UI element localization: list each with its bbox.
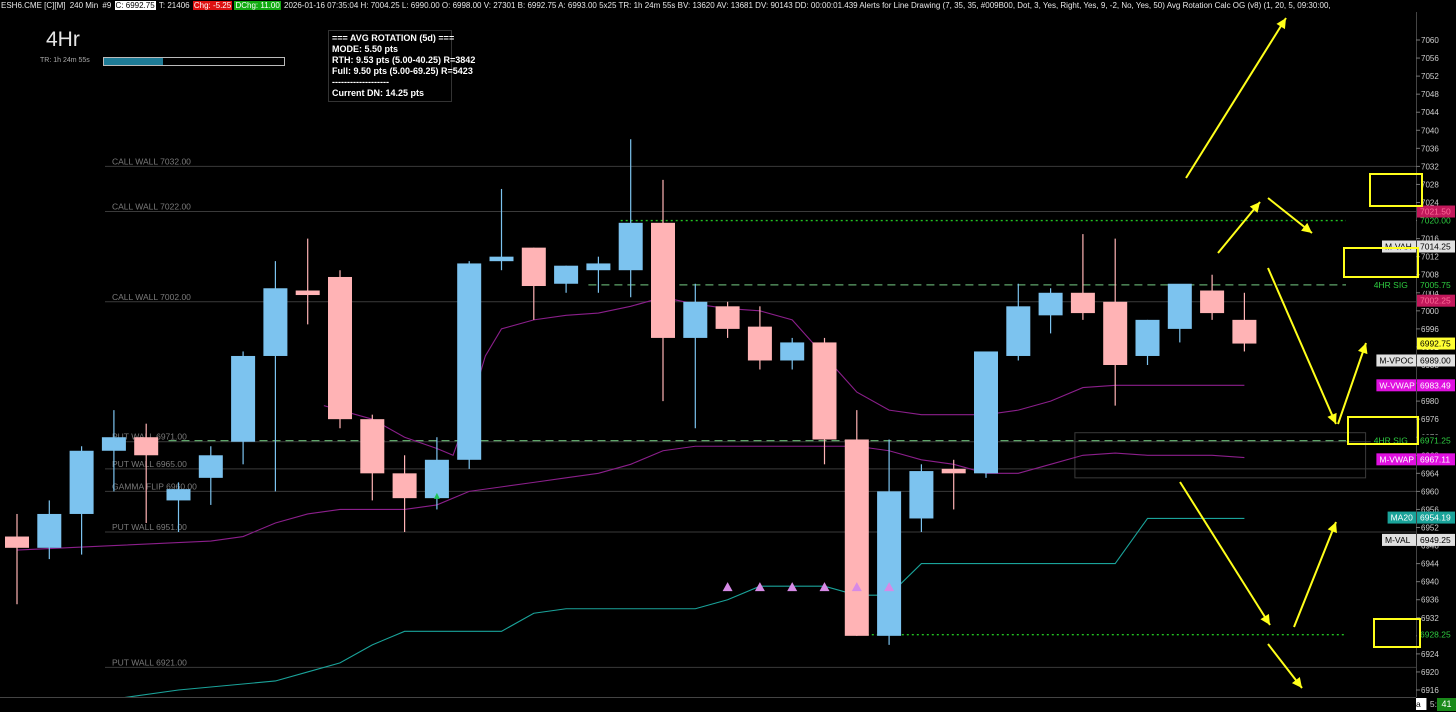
annotation-arrow	[1179, 481, 1271, 626]
candle-body	[877, 491, 902, 636]
timeframe-label[interactable]: 240 Min	[69, 1, 99, 10]
price-axis-bg[interactable]	[1416, 12, 1456, 697]
reference-level-label: CALL WALL 7032.00	[112, 156, 191, 166]
candle-body	[844, 439, 869, 636]
timeframe-big-label: 4Hr	[46, 28, 80, 51]
annotation-arrow	[1185, 17, 1287, 179]
change-badge: Chg: -5.25	[192, 1, 233, 10]
info-line: -------------------	[332, 77, 389, 87]
time-remaining-bar	[103, 57, 285, 66]
info-line: === AVG ROTATION (5d) ===	[332, 33, 455, 43]
current-price-label: C: 6992.75	[114, 1, 156, 10]
candle-body	[974, 351, 998, 474]
annotation-arrow	[1337, 342, 1367, 425]
info-line: MODE: 5.50 pts	[332, 44, 399, 54]
avg-rotation-panel: === AVG ROTATION (5d) === MODE: 5.50 pts…	[328, 30, 476, 102]
candle-body	[37, 513, 62, 548]
price-chart[interactable]: CALL WALL 7032.00 CALL WALL 7022.00 CALL W…	[0, 12, 1416, 697]
candle-body	[328, 276, 352, 420]
chart-number: #9	[102, 1, 112, 10]
candle-body	[715, 306, 740, 329]
candle-body	[909, 471, 934, 519]
candle-body	[586, 263, 611, 271]
info-line: RTH: 9.53 pts (5.00-40.25) R=3842	[332, 55, 476, 65]
candle-body	[780, 342, 805, 361]
candle-body	[941, 468, 966, 474]
candle-body	[618, 222, 643, 271]
trades-label: T: 21406	[158, 1, 190, 10]
candle-body	[166, 489, 191, 501]
time-remaining-fill	[104, 58, 164, 65]
candle-body	[1167, 283, 1192, 329]
time-axis[interactable]	[0, 697, 1416, 712]
reference-level-label: PUT WALL 6965.00	[112, 459, 187, 469]
candle-body	[1232, 319, 1257, 344]
annotation-arrowhead	[1358, 343, 1368, 355]
candle-body	[198, 455, 223, 478]
annotation-arrowhead	[1291, 677, 1302, 688]
reference-level-label: CALL WALL 7022.00	[112, 202, 191, 212]
candle-body	[651, 222, 675, 338]
annotation-arrow	[1267, 267, 1337, 425]
symbol-label[interactable]: ESH6.CME [C][M]	[0, 1, 66, 10]
daily-change-badge: DChg: 11.00	[234, 1, 281, 10]
candle-body	[1038, 292, 1063, 316]
candle-body	[392, 473, 417, 499]
range-box	[1074, 432, 1367, 479]
candle-body	[69, 450, 94, 514]
info-line: Full: 9.50 pts (5.00-69.25) R=5423	[332, 66, 473, 76]
candle-body	[360, 419, 385, 474]
candle-body	[1006, 306, 1031, 356]
candle-body	[263, 288, 288, 356]
candle-body	[5, 536, 29, 548]
candle-body	[1200, 290, 1225, 314]
chart-header-bar: ESH6.CME [C][M] 240 Min #9 C: 6992.75 T:…	[0, 0, 1456, 12]
annotation-arrow	[1293, 521, 1337, 628]
info-line: Current DN: 14.25 pts	[332, 88, 425, 98]
candle-body	[683, 301, 708, 338]
header-details: 2026-01-16 07:35:04 H: 7004.25 L: 6990.0…	[284, 1, 1331, 10]
reference-level-label: PUT WALL 6921.00	[112, 657, 187, 667]
candle-body	[424, 459, 449, 499]
candle-body	[457, 263, 482, 460]
candle-body	[295, 290, 320, 296]
candle-body	[489, 256, 514, 262]
candle-body	[1135, 319, 1160, 356]
time-remaining-label: TR: 1h 24m 55s	[40, 57, 90, 64]
candle-body	[134, 437, 159, 456]
candle-body	[101, 437, 126, 451]
candle-body	[812, 342, 837, 440]
triangle-marker	[722, 582, 733, 592]
ma20-line	[124, 517, 1245, 697]
candle-body	[521, 247, 546, 287]
candle-body	[1103, 301, 1128, 365]
candle-body	[231, 355, 256, 442]
candle-body	[1070, 292, 1095, 314]
candle-body	[554, 265, 579, 284]
reference-level-label: CALL WALL 7002.00	[112, 292, 191, 302]
candle-body	[747, 326, 772, 361]
bars-count-badge: 41	[1437, 698, 1456, 711]
reference-level-label: PUT WALL 6951.00	[112, 522, 187, 532]
